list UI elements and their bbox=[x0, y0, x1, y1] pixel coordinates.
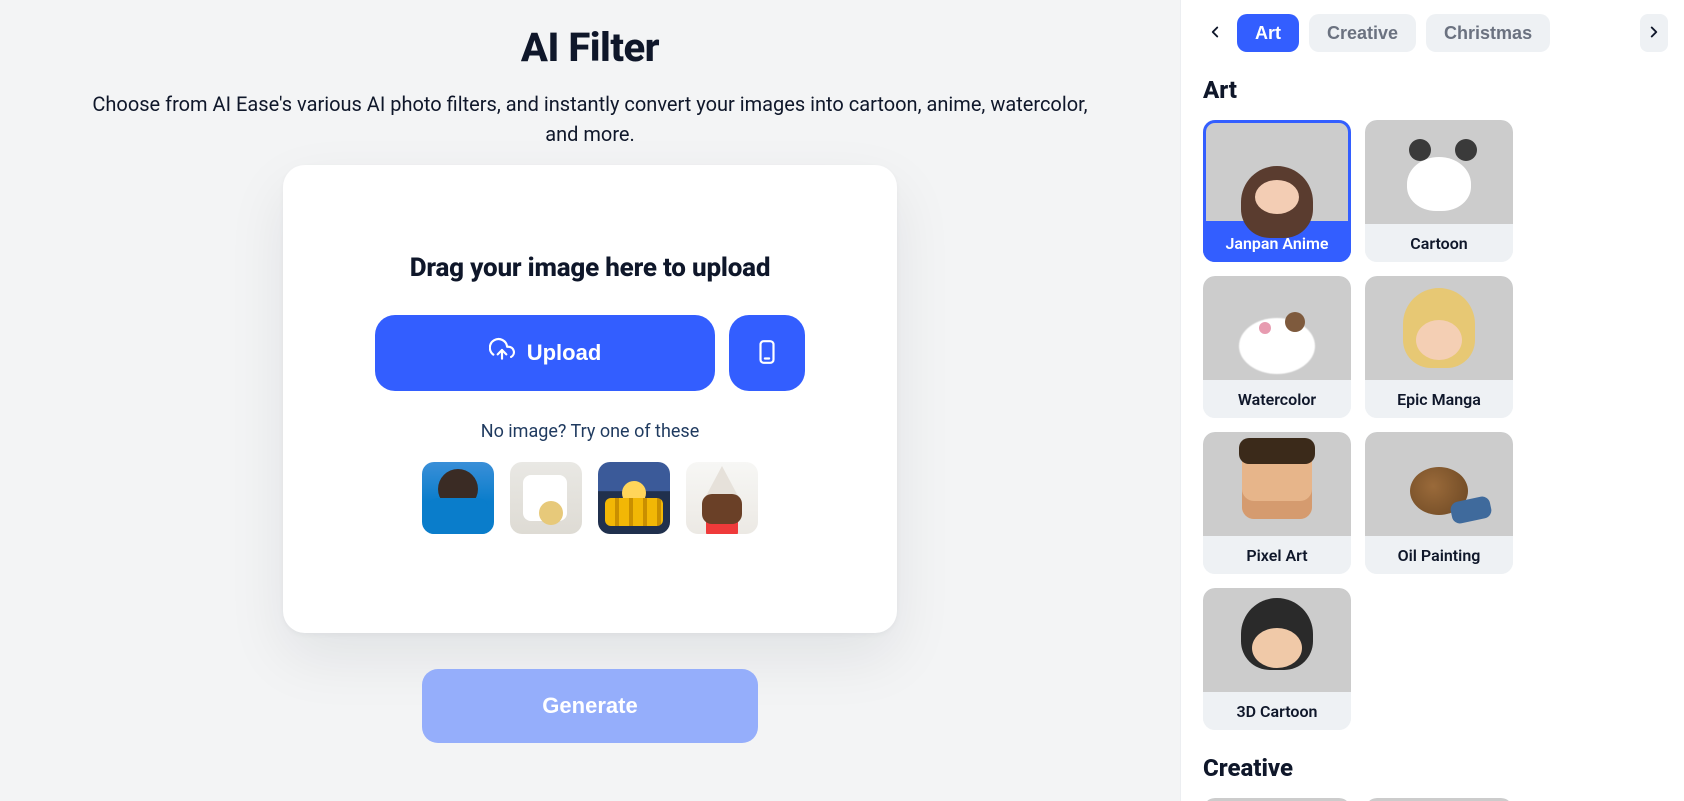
upload-button[interactable]: Upload bbox=[375, 315, 715, 391]
filter-thumb bbox=[1365, 432, 1513, 536]
filter-thumb bbox=[1203, 588, 1351, 692]
filter-tile-label: Oil Painting bbox=[1365, 536, 1513, 574]
tabs-prev-button[interactable] bbox=[1203, 21, 1227, 45]
filter-tile-label: Watercolor bbox=[1203, 380, 1351, 418]
section-title-creative: Creative bbox=[1203, 754, 1668, 782]
filter-tile-label: Epic Manga bbox=[1365, 380, 1513, 418]
tab-art[interactable]: Art bbox=[1237, 14, 1299, 52]
filter-tile-pixel-art[interactable]: Pixel Art bbox=[1203, 432, 1351, 574]
sample-thumbnails bbox=[422, 462, 758, 534]
filter-tile-3d-cartoon[interactable]: 3D Cartoon bbox=[1203, 588, 1351, 730]
phone-icon bbox=[754, 339, 780, 368]
page-subtitle: Choose from AI Ease's various AI photo f… bbox=[80, 89, 1100, 149]
upload-card-title: Drag your image here to upload bbox=[410, 253, 771, 283]
try-examples-label: No image? Try one of these bbox=[481, 421, 700, 442]
tabs-next-button[interactable] bbox=[1640, 14, 1668, 52]
filter-thumb bbox=[1203, 432, 1351, 536]
filters-panel: Art Creative Christmas Art Janpan Anime … bbox=[1180, 0, 1684, 801]
filter-thumb bbox=[1365, 276, 1513, 380]
filter-thumb bbox=[1203, 120, 1351, 224]
filter-tile-watercolor[interactable]: Watercolor bbox=[1203, 276, 1351, 418]
filter-thumb bbox=[1365, 120, 1513, 224]
filter-tile-janpan-anime[interactable]: Janpan Anime bbox=[1203, 120, 1351, 262]
art-tile-grid: Janpan Anime Cartoon Watercolor Epic Man… bbox=[1203, 120, 1668, 730]
filter-tile-epic-manga[interactable]: Epic Manga bbox=[1365, 276, 1513, 418]
filter-tile-label: Cartoon bbox=[1365, 224, 1513, 262]
upload-button-label: Upload bbox=[527, 340, 602, 366]
sample-image-4[interactable] bbox=[686, 462, 758, 534]
chevron-right-icon bbox=[1645, 23, 1663, 44]
generate-button[interactable]: Generate bbox=[422, 669, 758, 743]
tab-creative[interactable]: Creative bbox=[1309, 14, 1416, 52]
filter-tile-cartoon[interactable]: Cartoon bbox=[1365, 120, 1513, 262]
filter-tile-label: Pixel Art bbox=[1203, 536, 1351, 574]
section-title-art: Art bbox=[1203, 76, 1668, 104]
mobile-upload-button[interactable] bbox=[729, 315, 805, 391]
sample-image-2[interactable] bbox=[510, 462, 582, 534]
sample-image-1[interactable] bbox=[422, 462, 494, 534]
sample-image-3[interactable] bbox=[598, 462, 670, 534]
filter-thumb bbox=[1203, 276, 1351, 380]
page-title: AI Filter bbox=[521, 24, 659, 71]
filter-tile-label: 3D Cartoon bbox=[1203, 692, 1351, 730]
filter-tile-oil-painting[interactable]: Oil Painting bbox=[1365, 432, 1513, 574]
category-tabs: Art Creative Christmas bbox=[1203, 14, 1668, 52]
cloud-upload-icon bbox=[489, 337, 515, 369]
chevron-left-icon bbox=[1206, 23, 1224, 44]
tab-christmas[interactable]: Christmas bbox=[1426, 14, 1550, 52]
upload-card: Drag your image here to upload Upload No… bbox=[283, 165, 897, 633]
